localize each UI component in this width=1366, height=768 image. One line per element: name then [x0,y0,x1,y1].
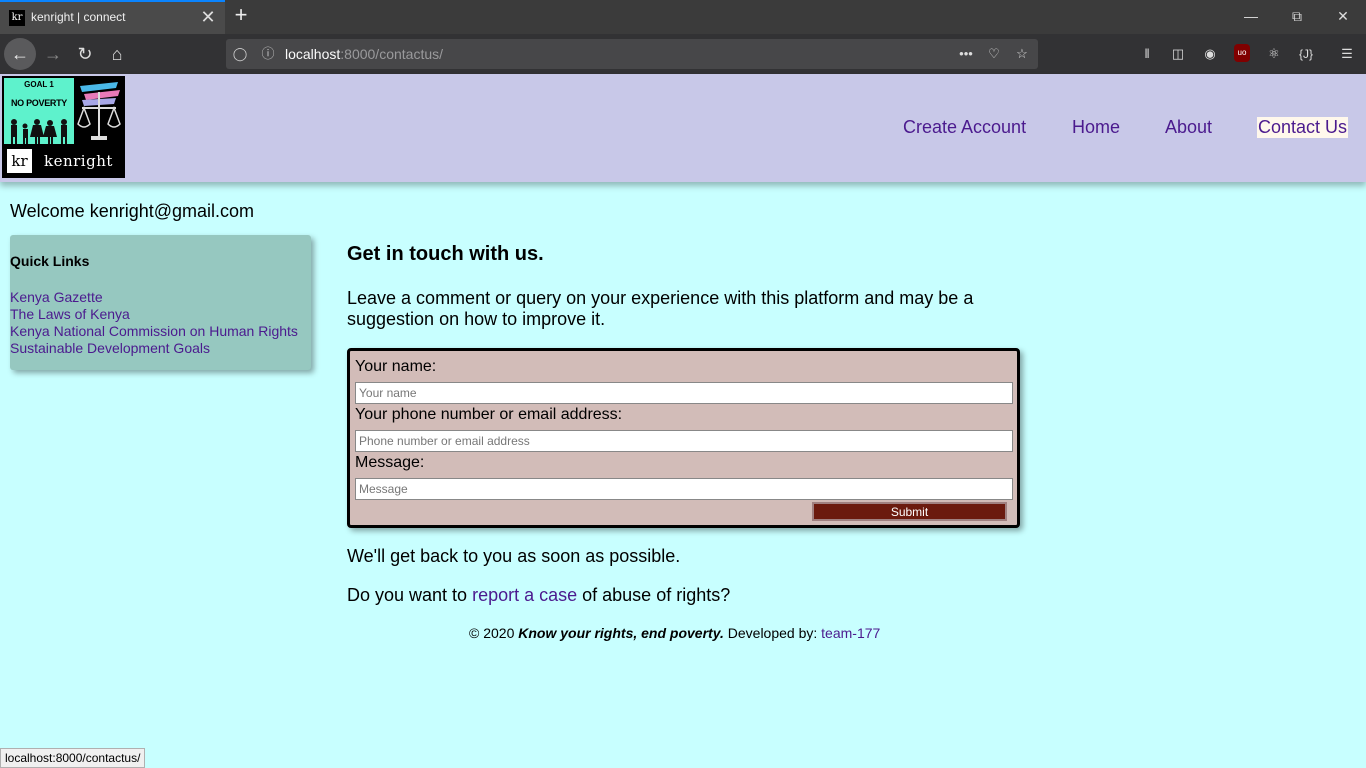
react-devtools-icon[interactable]: ⚛ [1264,44,1284,64]
url-text[interactable]: localhost:8000/contactus/ [285,46,443,62]
browser-tab-active[interactable]: kr kenright | connect ✕ [0,0,225,34]
sidebar-icon[interactable]: ◫ [1168,44,1188,64]
forward-arrow-icon[interactable]: → [37,38,69,70]
bookmark-star-icon[interactable]: ☆ [1012,46,1032,62]
report-suffix: of abuse of rights? [577,585,731,605]
logo-slogan-text: NO POVERTY [10,98,67,108]
quick-link-knchr[interactable]: Kenya National Commission on Human Right… [10,323,298,339]
home-icon[interactable]: ⌂ [101,38,133,70]
tab-favicon-icon: kr [9,10,25,26]
page-title: Get in touch with us. [347,243,544,265]
footer-developed-by: Developed by: [723,625,822,641]
welcome-message: Welcome kenright@gmail.com [10,201,255,221]
nav-create-account[interactable]: Create Account [903,117,1026,138]
quick-links-panel: Quick Links Kenya Gazette The Laws of Ke… [10,235,311,370]
restore-icon[interactable]: ⧉ [1287,6,1307,26]
account-icon[interactable]: ◉ [1200,44,1220,64]
intro-text: Leave a comment or query on your experie… [347,288,974,329]
submit-button[interactable]: Submit [812,502,1007,521]
address-bar[interactable]: ◯ ⓘ localhost:8000/contactus/ ••• ♡ ☆ [226,39,1038,69]
footer-copyright: © 2020 [469,625,519,641]
minimize-icon[interactable]: — [1241,6,1261,26]
quick-link-laws-of-kenya[interactable]: The Laws of Kenya [10,306,130,322]
menu-icon[interactable]: ☰ [1337,44,1357,64]
status-bar-url: localhost:8000/contactus/ [0,748,146,768]
ublock-icon[interactable]: uo [1234,44,1250,62]
report-prompt: Do you want to report a case of abuse of… [347,585,730,606]
tab-close-icon[interactable]: ✕ [199,8,217,26]
contact-form: Your name: Your phone number or email ad… [347,348,1020,528]
quick-links-title: Quick Links [10,253,90,269]
window-close-icon[interactable]: ✕ [1333,6,1353,26]
pocket-icon[interactable]: ♡ [984,46,1004,62]
quick-link-sdgs[interactable]: Sustainable Development Goals [10,340,210,356]
url-path: :8000/contactus/ [340,46,444,62]
site-info-icon[interactable]: ⓘ [260,46,276,62]
page-actions-icon[interactable]: ••• [956,46,976,62]
message-input[interactable] [355,478,1013,500]
name-label: Your name: [355,358,437,375]
browser-toolbar: ← → ↻ ⌂ ◯ ⓘ localhost:8000/contactus/ ••… [0,34,1366,74]
back-arrow-icon[interactable]: ← [4,38,36,70]
team-link[interactable]: team-177 [821,625,880,641]
contact-input[interactable] [355,430,1013,452]
report-prefix: Do you want to [347,585,473,605]
nav-about[interactable]: About [1165,117,1212,138]
response-note: We'll get back to you as soon as possibl… [347,546,681,566]
message-label: Message: [355,454,425,471]
json-viewer-icon[interactable]: {J} [1296,44,1316,64]
report-case-link[interactable]: report a case [472,585,577,605]
name-input[interactable] [355,382,1013,404]
nav-home[interactable]: Home [1072,117,1120,138]
logo-goal-text: GOAL 1 [24,80,54,89]
logo-initials: kr [7,149,32,173]
library-icon[interactable]: ‖ [1137,44,1157,64]
reload-icon[interactable]: ↻ [69,38,101,70]
url-host: localhost [285,46,341,62]
contact-label: Your phone number or email address: [355,406,623,423]
nav-contact-us[interactable]: Contact Us [1257,117,1349,138]
footer-tagline: Know your rights, end poverty. [518,625,724,641]
new-tab-icon[interactable]: + [230,4,252,28]
family-icon [11,119,67,144]
scales-of-justice-icon [77,82,121,140]
footer: © 2020 Know your rights, end poverty. De… [469,625,880,641]
browser-tab-strip: kr kenright | connect ✕ + — ⧉ ✕ [0,0,1366,34]
site-header: GOAL 1 NO POVERTY kr kenright Create Acc… [0,74,1366,182]
quick-link-kenya-gazette[interactable]: Kenya Gazette [10,289,103,305]
logo-sdg-panel: GOAL 1 NO POVERTY [4,78,74,144]
tab-title: kenright | connect [31,10,126,24]
site-logo[interactable]: GOAL 1 NO POVERTY kr kenright [2,76,125,178]
shield-icon[interactable]: ◯ [232,46,248,62]
logo-name: kenright [44,152,113,170]
